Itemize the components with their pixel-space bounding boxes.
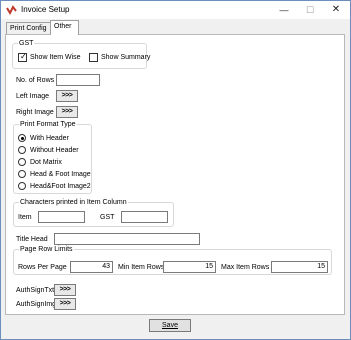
chars-printed-group-label: Characters printed in Item Column	[19, 198, 128, 207]
radio-head-foot-image2[interactable]	[18, 182, 26, 190]
right-image-label: Right Image	[16, 109, 54, 116]
without-header-label: Without Header	[30, 147, 79, 154]
rows-per-page-input[interactable]: 43	[70, 261, 113, 273]
title-head-input[interactable]	[54, 233, 200, 245]
page-row-limits-group-label: Page Row Limits	[19, 245, 74, 254]
head-foot-image2-label: Head&Foot Image2	[30, 183, 91, 190]
show-item-wise-checkbox[interactable]: ✓	[18, 52, 27, 62]
window-title: Invoice Setup	[21, 5, 70, 14]
left-image-label: Left Image	[16, 93, 50, 100]
no-of-rows-label: No. of Rows	[16, 77, 55, 84]
rows-per-page-label: Rows Per Page	[18, 264, 67, 271]
radio-with-header[interactable]	[18, 134, 26, 142]
auth-sign-img-label: AuthSignImg	[16, 301, 57, 308]
gst-group-label: GST	[18, 39, 35, 48]
min-item-rows-label: Min Item Rows	[118, 264, 165, 271]
max-item-rows-input[interactable]: 15	[271, 261, 328, 273]
radio-head-foot-image[interactable]	[18, 170, 26, 178]
show-summary-label: Show Summary	[101, 54, 151, 61]
invoice-setup-window: Invoice Setup — ☐ ✕ Print Config Other G…	[0, 0, 351, 340]
auth-sign-img-button[interactable]: >>>	[54, 298, 76, 310]
auth-sign-txt-button[interactable]: >>>	[54, 284, 76, 296]
radio-without-header[interactable]	[18, 146, 26, 154]
app-icon	[6, 5, 17, 15]
tab-other[interactable]: Other	[50, 20, 79, 35]
title-bar: Invoice Setup — ☐ ✕	[1, 1, 350, 19]
no-of-rows-input[interactable]	[56, 74, 100, 86]
chars-item-input[interactable]	[38, 211, 85, 223]
tab-panel-other: GST ✓ Show Item Wise Show Summary No. of…	[5, 34, 345, 315]
title-head-label: Title Head	[16, 236, 48, 243]
chars-gst-label: GST	[100, 214, 115, 221]
minimize-button[interactable]: —	[271, 2, 297, 18]
checkmark-icon: ✓	[20, 52, 27, 61]
tab-print-config[interactable]: Print Config	[6, 22, 51, 34]
left-image-browse-button[interactable]: >>>	[56, 90, 78, 102]
chars-gst-input[interactable]	[121, 211, 168, 223]
gst-group: GST ✓ Show Item Wise Show Summary	[12, 39, 151, 69]
show-summary-checkbox[interactable]	[89, 53, 98, 62]
chars-printed-group: Characters printed in Item Column Item G…	[13, 198, 174, 227]
print-format-group: Print Format Type With Header Without He…	[13, 120, 92, 194]
print-format-group-label: Print Format Type	[19, 120, 77, 129]
show-item-wise-label: Show Item Wise	[30, 54, 81, 61]
save-button-label: Save	[162, 322, 178, 329]
with-header-label: With Header	[30, 135, 69, 142]
maximize-button[interactable]: ☐	[297, 2, 323, 18]
dot-matrix-label: Dot Matrix	[30, 159, 62, 166]
max-item-rows-label: Max Item Rows	[221, 264, 270, 271]
save-button[interactable]: Save	[149, 319, 191, 332]
radio-dot-matrix[interactable]	[18, 158, 26, 166]
radio-selected-dot-icon	[20, 136, 24, 140]
page-row-limits-group: Page Row Limits Rows Per Page 43 Min Ite…	[13, 245, 332, 275]
chars-item-label: Item	[18, 214, 32, 221]
auth-sign-txt-label: AuthSignTxt	[16, 287, 55, 294]
close-button[interactable]: ✕	[323, 2, 349, 18]
head-foot-image-label: Head & Foot Image	[30, 171, 91, 178]
right-image-browse-button[interactable]: >>>	[56, 106, 78, 118]
min-item-rows-input[interactable]: 15	[163, 261, 216, 273]
